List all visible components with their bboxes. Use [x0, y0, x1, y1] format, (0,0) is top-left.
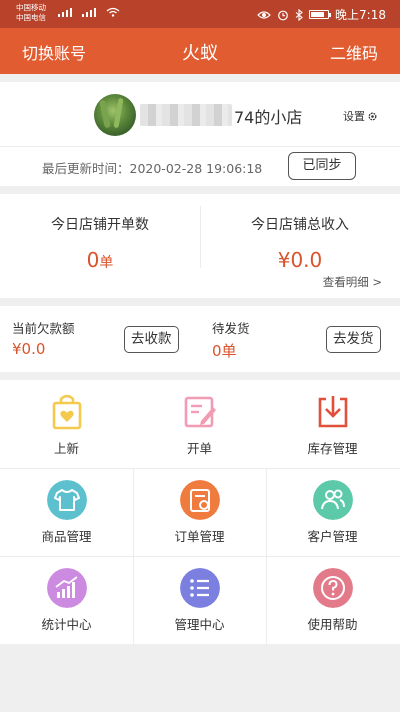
sync-button[interactable]: 已同步: [288, 152, 356, 180]
menu-label: 管理中心: [174, 617, 225, 632]
debts-card: 当前欠款额 ¥0.0 去收款 待发货 0单 去发货: [0, 306, 400, 372]
orders-stat: 今日店铺开单数 0单: [0, 194, 200, 272]
menu-label: 订单管理: [174, 529, 225, 544]
tshirt-icon: [47, 480, 87, 520]
arrears-label: 当前欠款额: [12, 321, 75, 336]
carrier-2: 中国电信: [16, 13, 46, 22]
shopping-bag-icon: [52, 394, 82, 430]
menu-label: 统计中心: [41, 617, 92, 632]
menu-label: 使用帮助: [307, 617, 358, 632]
carrier-1: 中国移动: [16, 3, 46, 12]
avatar[interactable]: [94, 94, 136, 136]
last-update-time: 最后更新时间：2020-02-28 19:06:18: [42, 161, 263, 176]
wifi-icon: [106, 7, 120, 17]
arrears-value: ¥0.0: [12, 340, 46, 358]
menu-item-orders[interactable]: 订单管理: [133, 468, 266, 556]
menu-label: 上新: [53, 441, 79, 456]
help-icon: [313, 568, 353, 608]
menu-label: 客户管理: [307, 529, 358, 544]
menu-item-products[interactable]: 商品管理: [0, 468, 133, 556]
menu-item-management[interactable]: 管理中心: [133, 556, 266, 644]
view-details-link[interactable]: 查看明细 >: [323, 274, 382, 290]
settings-button[interactable]: 设置: [343, 108, 378, 124]
signal-icon: [58, 7, 120, 17]
function-grid: 上新 开单 库存管理 商品管理 订单管理 客户管理 统计中心 管理中心 使用帮助: [0, 380, 400, 644]
profile-card: 74的小店 设置 最后更新时间：2020-02-28 19:06:18 已同步: [0, 82, 400, 186]
bluetooth-icon: [295, 8, 303, 21]
settings-label: 设置: [343, 110, 365, 123]
pending-value: 0单: [212, 342, 237, 360]
collect-button[interactable]: 去收款: [124, 326, 179, 353]
revenue-label: 今日店铺总收入: [251, 217, 349, 233]
orders-label: 今日店铺开单数: [51, 217, 149, 233]
menu-item-create-order[interactable]: 开单: [133, 380, 266, 468]
shop-name: 74的小店: [234, 108, 303, 127]
order-icon: [180, 480, 220, 520]
battery-icon: [309, 10, 332, 19]
menu-item-new-arrival[interactable]: 上新: [0, 380, 133, 468]
revenue-stat: 今日店铺总收入 ¥0.0: [200, 194, 400, 272]
menu-item-inventory[interactable]: 库存管理: [266, 380, 399, 468]
menu-item-customers[interactable]: 客户管理: [266, 468, 399, 556]
orders-count: 0: [86, 248, 100, 272]
status-time: 晚上7:18: [335, 8, 386, 22]
menu-item-statistics[interactable]: 统计中心: [0, 556, 133, 644]
nav-bar: 切换账号 火蚁 二维码: [0, 28, 400, 74]
customers-icon: [313, 480, 353, 520]
eye-icon: [257, 10, 271, 19]
qrcode-button[interactable]: 二维码: [330, 40, 378, 64]
menu-item-help[interactable]: 使用帮助: [266, 556, 399, 644]
edit-note-icon: [184, 396, 216, 428]
pending-label: 待发货: [212, 321, 250, 336]
carrier-info: 中国移动 中国电信: [16, 3, 46, 23]
ship-button[interactable]: 去发货: [326, 326, 381, 353]
list-icon: [180, 568, 220, 608]
gear-icon: [368, 112, 377, 120]
menu-label: 库存管理: [307, 441, 358, 456]
orders-unit: 单: [99, 255, 114, 271]
menu-label: 商品管理: [41, 529, 92, 544]
divider: [0, 146, 400, 147]
orders-value: 0单: [0, 248, 200, 272]
stats-card: 今日店铺开单数 0单 今日店铺总收入 ¥0.0 查看明细 >: [0, 194, 400, 298]
blurred-name: [140, 104, 232, 126]
chart-icon: [47, 568, 87, 608]
status-bar: 中国移动 中国电信 晚上7:18: [0, 0, 400, 28]
revenue-value: ¥0.0: [277, 248, 323, 272]
menu-label: 开单: [186, 441, 212, 456]
inbox-download-icon: [318, 396, 348, 428]
status-right: 晚上7:18: [257, 6, 386, 23]
alarm-icon: [278, 10, 288, 20]
